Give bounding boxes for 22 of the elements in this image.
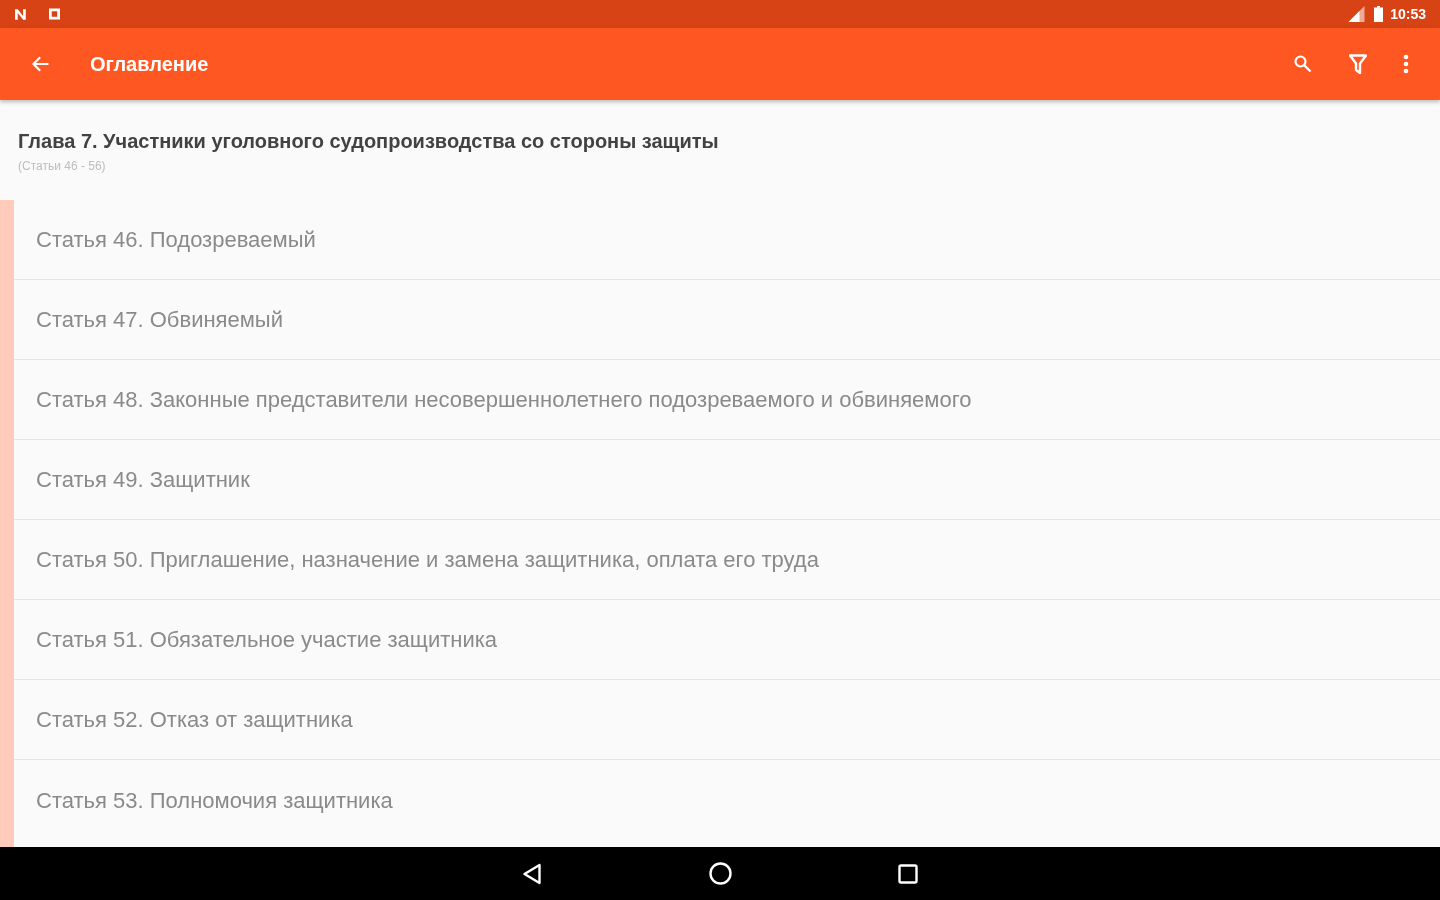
- more-vertical-icon: [1403, 54, 1409, 74]
- triangle-back-icon: [522, 862, 542, 885]
- status-time: 10:53: [1390, 7, 1426, 21]
- circle-home-icon: [708, 862, 732, 885]
- chapter-title: Глава 7. Участники уголовного судопроизводства со стороны защиты: [18, 128, 720, 154]
- square-recents-icon: [898, 863, 918, 884]
- notification-n-icon: [14, 7, 29, 21]
- signal-icon: [1348, 6, 1366, 22]
- article-item[interactable]: Статья 47. Обвиняемый: [14, 280, 1440, 360]
- article-item[interactable]: Статья 53. Полномочия защитника: [14, 760, 1440, 840]
- search-icon: [1293, 54, 1313, 74]
- chapter-subtitle: (Статьи 46 - 56): [18, 157, 107, 175]
- article-item[interactable]: Статья 51. Обязательное участие защитника: [14, 600, 1440, 680]
- app-bar-title: Оглавление: [90, 52, 209, 77]
- battery-icon: [1374, 6, 1384, 22]
- article-item[interactable]: Статья 48. Законные представители несовершеннолетнего подозреваемого и обвиняемого: [14, 360, 1440, 440]
- filter-icon: [1349, 54, 1367, 74]
- article-item[interactable]: Статья 49. Защитник: [14, 440, 1440, 520]
- article-item[interactable]: Статья 46. Подозреваемый: [14, 200, 1440, 280]
- article-item[interactable]: Статья 52. Отказ от защитника: [14, 680, 1440, 760]
- back-arrow-icon: [31, 54, 51, 74]
- article-item[interactable]: Статья 50. Приглашение, назначение и замена защитника, оплата его труда: [14, 520, 1440, 600]
